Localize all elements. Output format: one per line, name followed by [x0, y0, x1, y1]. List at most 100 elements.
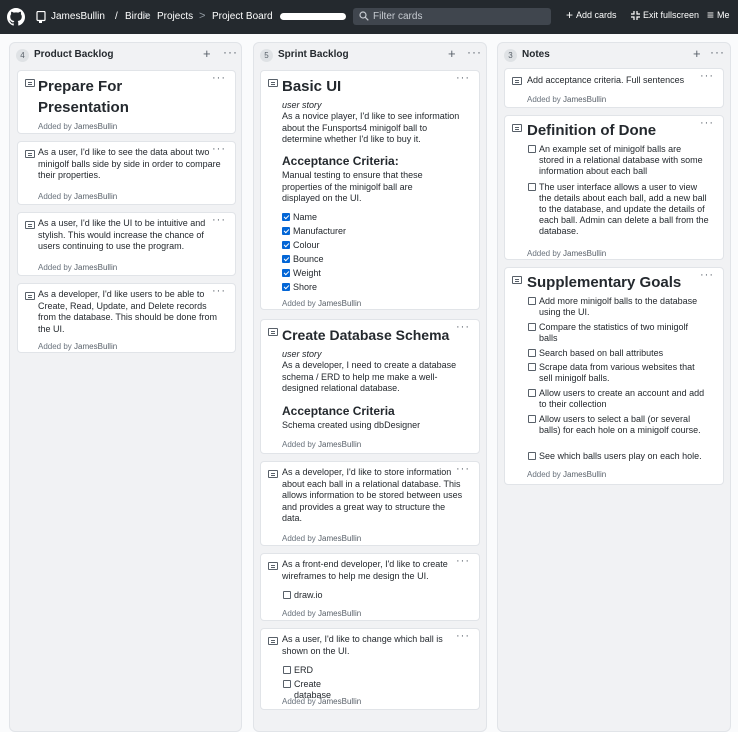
card-text: As a developer, I'd like users to be abl… — [38, 289, 217, 334]
checklist-label: See which balls users play on each hole. — [539, 451, 702, 461]
checkbox-checked[interactable] — [282, 283, 290, 291]
card-text: As a user, I'd like to see the data abou… — [38, 147, 221, 180]
checklist-label: Allow users to create an account and add… — [539, 388, 705, 409]
card-menu-icon[interactable]: ··· — [456, 321, 470, 333]
checkbox-unchecked[interactable] — [528, 183, 536, 191]
criteria-text: Schema created using dbDesigner — [282, 420, 421, 430]
checkbox-unchecked[interactable] — [528, 415, 536, 423]
card-prepare-for-presentation[interactable]: Prepare For Presentation ··· Added by Ja… — [17, 70, 236, 134]
card-menu-icon[interactable]: ··· — [212, 214, 226, 226]
filter-cards-input[interactable] — [373, 9, 543, 24]
card-menu-icon[interactable]: ··· — [456, 555, 470, 567]
author-link[interactable]: JamesBullin — [318, 534, 361, 543]
checkbox-unchecked[interactable] — [283, 591, 291, 599]
note-icon — [268, 470, 278, 478]
note-icon — [512, 77, 522, 85]
card-supplementary-goals[interactable]: Supplementary Goals ··· Add more minigol… — [504, 267, 724, 485]
checklist-label: Allow users to select a ball (or several… — [539, 414, 701, 435]
author-link[interactable]: JamesBullin — [74, 192, 117, 201]
author-link[interactable]: JamesBullin — [318, 609, 361, 618]
add-card-icon[interactable]: + — [693, 46, 701, 61]
author-link[interactable]: JamesBullin — [318, 299, 361, 308]
owner-link[interactable]: JamesBullin — [51, 11, 105, 22]
add-card-icon[interactable]: + — [448, 46, 456, 61]
menu-button[interactable]: ≡ Me — [707, 9, 730, 21]
card-menu-icon[interactable]: ··· — [700, 269, 714, 281]
exit-fullscreen-button[interactable]: Exit fullscreen — [631, 10, 699, 20]
card-story[interactable]: As a developer, I'd like users to be abl… — [17, 283, 236, 353]
card-story[interactable]: As a user, I'd like to see the data abou… — [17, 141, 236, 205]
column-header: 4 Product Backlog + ··· — [10, 43, 241, 67]
added-prefix: Added by — [282, 697, 316, 706]
author-link[interactable]: JamesBullin — [74, 263, 117, 272]
checkbox-unchecked[interactable] — [528, 389, 536, 397]
checklist-label: Shore — [293, 282, 318, 292]
checkbox-unchecked[interactable] — [528, 349, 536, 357]
filter-box[interactable] — [353, 8, 551, 25]
note-icon — [512, 124, 522, 132]
column-menu-icon[interactable]: ··· — [467, 45, 482, 59]
checkbox-checked[interactable] — [282, 227, 290, 235]
card-added-by: Added by JamesBullin — [282, 440, 361, 449]
add-card-icon[interactable]: + — [203, 46, 211, 61]
card-basic-ui[interactable]: Basic UI ··· user story As a novice play… — [260, 70, 480, 310]
author-link[interactable]: JamesBullin — [318, 440, 361, 449]
card-menu-icon[interactable]: ··· — [212, 285, 226, 297]
author-link[interactable]: JamesBullin — [563, 249, 606, 258]
checkbox-checked[interactable] — [282, 255, 290, 263]
menu-label: Me — [717, 10, 730, 20]
card-added-by: Added by JamesBullin — [282, 697, 361, 706]
added-prefix: Added by — [38, 122, 72, 131]
card-added-by: Added by JamesBullin — [527, 470, 606, 479]
author-link[interactable]: JamesBullin — [563, 470, 606, 479]
checkbox-unchecked[interactable] — [283, 666, 291, 674]
checklist-label: Bounce — [293, 254, 324, 264]
checkbox-unchecked[interactable] — [528, 363, 536, 371]
criteria-title: Acceptance Criteria — [282, 404, 395, 418]
card-added-by: Added by JamesBullin — [282, 299, 361, 308]
card-menu-icon[interactable]: ··· — [456, 630, 470, 642]
card-title: Supplementary Goals — [527, 274, 682, 291]
checkbox-unchecked[interactable] — [528, 323, 536, 331]
card-added-by: Added by JamesBullin — [38, 263, 117, 272]
checkbox-unchecked[interactable] — [283, 680, 291, 688]
card-added-by: Added by JamesBullin — [527, 249, 606, 258]
card-menu-icon[interactable]: ··· — [456, 463, 470, 475]
card-story[interactable]: As a front-end developer, I'd like to cr… — [260, 553, 480, 621]
card-menu-icon[interactable]: ··· — [212, 72, 226, 84]
checkbox-unchecked[interactable] — [528, 297, 536, 305]
project-board-link[interactable]: Project Board — [212, 11, 273, 22]
card-story[interactable]: As a user, I'd like the UI to be intuiti… — [17, 212, 236, 276]
breadcrumb-separator: > — [144, 10, 151, 22]
card-note[interactable]: Add acceptance criteria. Full sentences … — [504, 68, 724, 108]
author-link[interactable]: JamesBullin — [74, 122, 117, 131]
checkbox-unchecked[interactable] — [528, 452, 536, 460]
column-menu-icon[interactable]: ··· — [223, 45, 238, 59]
card-create-database-schema[interactable]: Create Database Schema ··· user story As… — [260, 319, 480, 454]
checkbox-checked[interactable] — [282, 213, 290, 221]
projects-link[interactable]: Projects — [157, 11, 193, 22]
checkbox-unchecked[interactable] — [528, 145, 536, 153]
checkbox-checked[interactable] — [282, 269, 290, 277]
author-link[interactable]: JamesBullin — [318, 697, 361, 706]
add-cards-button[interactable]: + Add cards — [566, 9, 617, 21]
github-logo-icon[interactable] — [7, 8, 25, 26]
checklist-label: Manufacturer — [293, 226, 347, 236]
path-slash: / — [115, 11, 118, 22]
card-title: Prepare For Presentation — [38, 78, 129, 116]
card-story[interactable]: As a user, I'd like to change which ball… — [260, 628, 480, 710]
column-notes: 3 Notes + ··· Add acceptance criteria. F… — [497, 42, 731, 732]
card-menu-icon[interactable]: ··· — [456, 72, 470, 84]
card-story[interactable]: As a developer, I'd like to store inform… — [260, 461, 480, 546]
author-link[interactable]: JamesBullin — [74, 342, 117, 351]
column-menu-icon[interactable]: ··· — [710, 45, 725, 59]
card-menu-icon[interactable]: ··· — [700, 70, 714, 82]
card-menu-icon[interactable]: ··· — [212, 143, 226, 155]
checkbox-checked[interactable] — [282, 241, 290, 249]
author-link[interactable]: JamesBullin — [563, 95, 606, 104]
card-menu-icon[interactable]: ··· — [700, 117, 714, 129]
checklist-label: An example set of minigolf balls are sto… — [539, 144, 703, 176]
card-added-by: Added by JamesBullin — [527, 95, 606, 104]
checklist-label: Add more minigolf balls to the database … — [539, 296, 698, 317]
card-definition-of-done[interactable]: Definition of Done ··· An example set of… — [504, 115, 724, 260]
